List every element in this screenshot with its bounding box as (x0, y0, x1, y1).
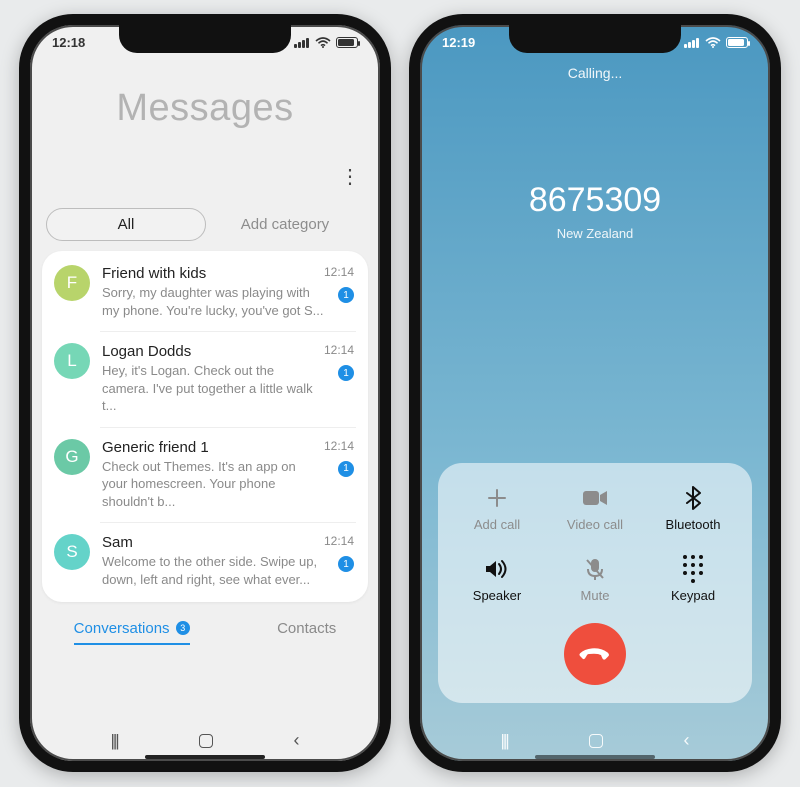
speaker-button[interactable]: Speaker (448, 556, 546, 603)
battery-icon (726, 37, 748, 48)
phone-calling: 12:19 ➤ Calling... 8675309 New Zealand (409, 14, 781, 772)
nav-home[interactable] (589, 734, 603, 748)
nav-recents[interactable]: ||| (110, 731, 117, 751)
nav-back[interactable]: ‹ (684, 730, 690, 751)
nav-recents[interactable]: ||| (500, 731, 507, 751)
conversation-row[interactable]: G Generic friend 1 Check out Themes. It'… (42, 427, 368, 523)
add-call-button[interactable]: Add call (448, 485, 546, 532)
keypad-button[interactable]: Keypad (644, 556, 742, 603)
mute-icon (585, 556, 605, 582)
message-preview: Hey, it's Logan. Check out the camera. I… (102, 362, 324, 415)
signal-icon (684, 37, 700, 48)
nav-back[interactable]: ‹ (294, 730, 300, 751)
system-nav: ||| ‹ (420, 730, 770, 751)
phone-icon (575, 634, 615, 674)
plus-icon (486, 485, 508, 511)
end-call-button[interactable] (564, 623, 626, 685)
call-region: New Zealand (420, 226, 770, 241)
call-number: 8675309 (420, 181, 770, 220)
home-indicator[interactable] (145, 755, 265, 759)
status-time: 12:18 (52, 35, 85, 50)
signal-icon (294, 37, 310, 48)
action-label: Video call (567, 517, 623, 532)
bluetooth-icon (685, 485, 701, 511)
tab-conversations-badge: 3 (176, 621, 190, 635)
filter-all-tab[interactable]: All (46, 208, 206, 241)
unread-badge: 1 (338, 556, 354, 572)
message-preview: Welcome to the other side. Swipe up, dow… (102, 553, 324, 588)
wifi-icon (705, 37, 721, 48)
message-time: 12:14 (324, 534, 354, 548)
message-time: 12:14 (324, 439, 354, 453)
video-icon (582, 485, 608, 511)
conversation-list: F Friend with kids Sorry, my daughter wa… (42, 251, 368, 602)
contact-name: Generic friend 1 (102, 439, 324, 456)
conversation-row[interactable]: F Friend with kids Sorry, my daughter wa… (42, 253, 368, 331)
keypad-icon (683, 556, 704, 582)
call-status: Calling... (420, 65, 770, 81)
video-call-button[interactable]: Video call (546, 485, 644, 532)
bluetooth-button[interactable]: Bluetooth (644, 485, 742, 532)
notch (509, 25, 681, 53)
phone-messages: 12:18 ➤ Messages ⋮ All Add category F (19, 14, 391, 772)
mute-button[interactable]: Mute (546, 556, 644, 603)
action-label: Add call (474, 517, 520, 532)
unread-badge: 1 (338, 365, 354, 381)
action-label: Speaker (473, 588, 521, 603)
avatar: S (54, 534, 90, 570)
tab-conversations[interactable]: Conversations 3 (74, 620, 190, 645)
system-nav: ||| ‹ (30, 730, 380, 751)
avatar: L (54, 343, 90, 379)
avatar: F (54, 265, 90, 301)
battery-icon (336, 37, 358, 48)
home-indicator[interactable] (535, 755, 655, 759)
conversation-row[interactable]: S Sam Welcome to the other side. Swipe u… (42, 522, 368, 600)
tab-contacts[interactable]: Contacts (277, 620, 336, 645)
unread-badge: 1 (338, 287, 354, 303)
wifi-icon (315, 37, 331, 48)
action-label: Bluetooth (666, 517, 721, 532)
conversation-row[interactable]: L Logan Dodds Hey, it's Logan. Check out… (42, 331, 368, 427)
action-label: Keypad (671, 588, 715, 603)
action-label: Mute (581, 588, 610, 603)
status-time: 12:19 (442, 35, 475, 50)
message-time: 12:14 (324, 343, 354, 357)
avatar: G (54, 439, 90, 475)
contact-name: Friend with kids (102, 265, 324, 282)
message-time: 12:14 (324, 265, 354, 279)
message-preview: Sorry, my daughter was playing with my p… (102, 284, 324, 319)
add-category-tab[interactable]: Add category (206, 216, 364, 233)
contact-name: Logan Dodds (102, 343, 324, 360)
call-action-panel: Add call Video call Bluetooth (438, 463, 752, 703)
speaker-icon (484, 556, 510, 582)
bottom-tabs: Conversations 3 Contacts (30, 620, 380, 645)
more-button[interactable]: ⋮ (340, 164, 358, 189)
tab-label: Conversations (74, 620, 170, 637)
message-preview: Check out Themes. It's an app on your ho… (102, 458, 324, 511)
page-title: Messages (30, 87, 380, 130)
nav-home[interactable] (199, 734, 213, 748)
notch (119, 25, 291, 53)
contact-name: Sam (102, 534, 324, 551)
unread-badge: 1 (338, 461, 354, 477)
